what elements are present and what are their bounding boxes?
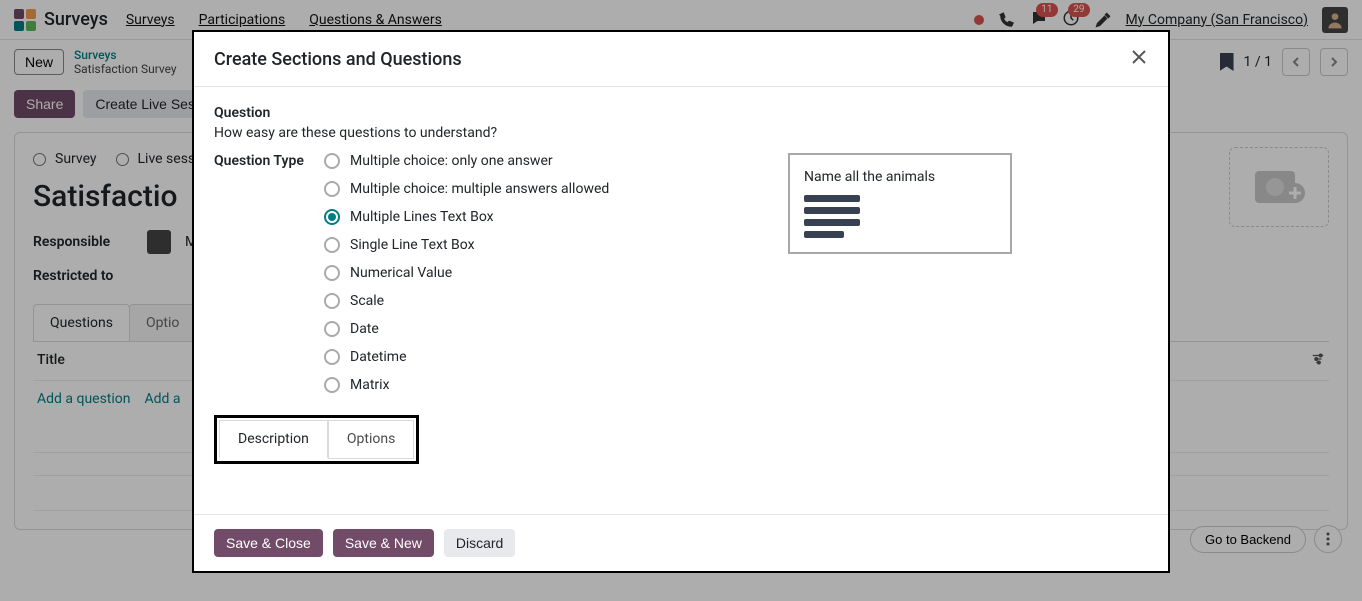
modal-tabs-highlight: Description Options — [214, 415, 419, 464]
modal-body: Question How easy are these questions to… — [194, 87, 1168, 514]
radio-icon[interactable] — [324, 237, 340, 253]
close-icon[interactable] — [1130, 48, 1148, 70]
qtype-label: Matrix — [350, 377, 390, 393]
question-type-label: Question Type — [214, 153, 324, 393]
modal-footer: Save & Close Save & New Discard — [194, 514, 1168, 571]
radio-icon[interactable] — [324, 293, 340, 309]
modal-tabs: Description Options — [219, 420, 414, 459]
radio-icon[interactable] — [324, 181, 340, 197]
radio-icon[interactable] — [324, 377, 340, 393]
qtype-option-2[interactable]: Multiple Lines Text Box — [324, 209, 609, 225]
qtype-label: Single Line Text Box — [350, 237, 475, 253]
qtype-label: Multiple Lines Text Box — [350, 209, 494, 225]
qtype-option-3[interactable]: Single Line Text Box — [324, 237, 609, 253]
preview-title: Name all the animals — [804, 169, 996, 185]
radio-icon[interactable] — [324, 209, 340, 225]
radio-icon[interactable] — [324, 153, 340, 169]
qtype-option-0[interactable]: Multiple choice: only one answer — [324, 153, 609, 169]
modal-header: Create Sections and Questions — [194, 32, 1168, 87]
save-close-button[interactable]: Save & Close — [214, 529, 323, 557]
question-label: Question — [214, 105, 1148, 121]
modal-tab-description[interactable]: Description — [219, 420, 328, 459]
question-text[interactable]: How easy are these questions to understa… — [214, 125, 1148, 141]
qtype-label: Numerical Value — [350, 265, 452, 281]
qtype-label: Multiple choice: only one answer — [350, 153, 553, 169]
qtype-option-1[interactable]: Multiple choice: multiple answers allowe… — [324, 181, 609, 197]
radio-icon[interactable] — [324, 349, 340, 365]
radio-icon[interactable] — [324, 321, 340, 337]
preview-lines-icon — [804, 195, 996, 238]
create-question-modal: Create Sections and Questions Question H… — [192, 30, 1170, 573]
qtype-option-5[interactable]: Scale — [324, 293, 609, 309]
qtype-option-4[interactable]: Numerical Value — [324, 265, 609, 281]
qtype-option-8[interactable]: Matrix — [324, 377, 609, 393]
modal-title: Create Sections and Questions — [214, 49, 462, 70]
question-type-options: Multiple choice: only one answer Multiple… — [324, 153, 609, 393]
radio-icon[interactable] — [324, 265, 340, 281]
qtype-option-6[interactable]: Date — [324, 321, 609, 337]
qtype-label: Scale — [350, 293, 384, 309]
modal-tab-options[interactable]: Options — [328, 420, 414, 459]
save-new-button[interactable]: Save & New — [333, 529, 434, 557]
qtype-label: Datetime — [350, 349, 407, 365]
discard-button[interactable]: Discard — [444, 529, 515, 557]
qtype-option-7[interactable]: Datetime — [324, 349, 609, 365]
question-preview: Name all the animals — [788, 153, 1012, 254]
qtype-label: Multiple choice: multiple answers allowe… — [350, 181, 609, 197]
qtype-label: Date — [350, 321, 379, 337]
